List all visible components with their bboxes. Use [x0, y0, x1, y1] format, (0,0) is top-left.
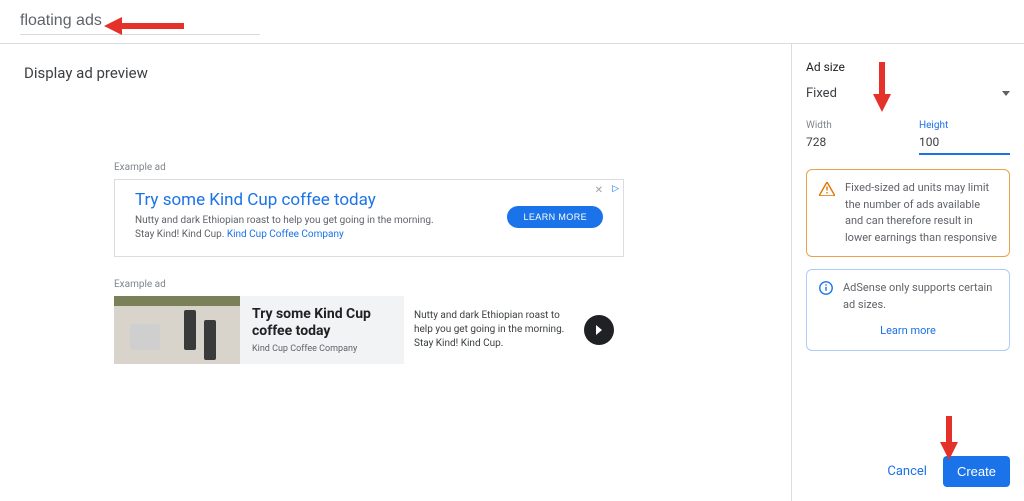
- ad2-image: [114, 296, 240, 364]
- size-type-select[interactable]: Fixed: [806, 86, 1010, 108]
- warning-text: Fixed-sized ad units may limit the numbe…: [845, 180, 997, 246]
- next-arrow-button[interactable]: [584, 315, 614, 345]
- example-ad-1: ✕ ▷ Try some Kind Cup coffee today Nutty…: [114, 179, 624, 257]
- sizes-info: AdSense only supports certain ad sizes. …: [806, 269, 1010, 351]
- ad1-description: Nutty and dark Ethiopian roast to help y…: [135, 214, 455, 242]
- example-ad-label: Example ad: [114, 279, 767, 290]
- size-type-value: Fixed: [806, 86, 837, 101]
- ad-unit-name-input[interactable]: [20, 8, 260, 35]
- width-field[interactable]: Width 728: [806, 120, 897, 155]
- display-preview-title: Display ad preview: [24, 64, 767, 82]
- ad-choices-icon: ▷: [612, 184, 619, 194]
- chevron-down-icon: [1002, 91, 1010, 96]
- info-icon: [819, 281, 833, 295]
- learn-more-button[interactable]: LEARN MORE: [507, 206, 603, 228]
- learn-more-link[interactable]: Learn more: [819, 323, 997, 340]
- height-value: 100: [919, 135, 1010, 155]
- chevron-right-icon: [594, 325, 604, 335]
- height-label: Height: [919, 120, 1010, 131]
- warning-icon: [819, 182, 835, 196]
- cancel-button[interactable]: Cancel: [887, 464, 927, 479]
- ad2-title: Try some Kind Cup coffee today: [252, 306, 392, 340]
- create-button[interactable]: Create: [943, 456, 1010, 487]
- ad-size-heading: Ad size: [806, 60, 1010, 74]
- width-value: 728: [806, 135, 897, 154]
- example-ad-2: Try some Kind Cup coffee today Kind Cup …: [114, 296, 624, 364]
- info-text: AdSense only supports certain ad sizes.: [843, 280, 997, 313]
- width-label: Width: [806, 120, 897, 131]
- example-ad-label: Example ad: [114, 162, 767, 173]
- ad2-brand: Kind Cup Coffee Company: [252, 344, 392, 354]
- ad2-description: Nutty and dark Ethiopian roast to help y…: [414, 309, 570, 351]
- fixed-size-warning: Fixed-sized ad units may limit the numbe…: [806, 169, 1010, 257]
- height-field[interactable]: Height 100: [919, 120, 1010, 155]
- close-icon: ✕: [595, 185, 603, 196]
